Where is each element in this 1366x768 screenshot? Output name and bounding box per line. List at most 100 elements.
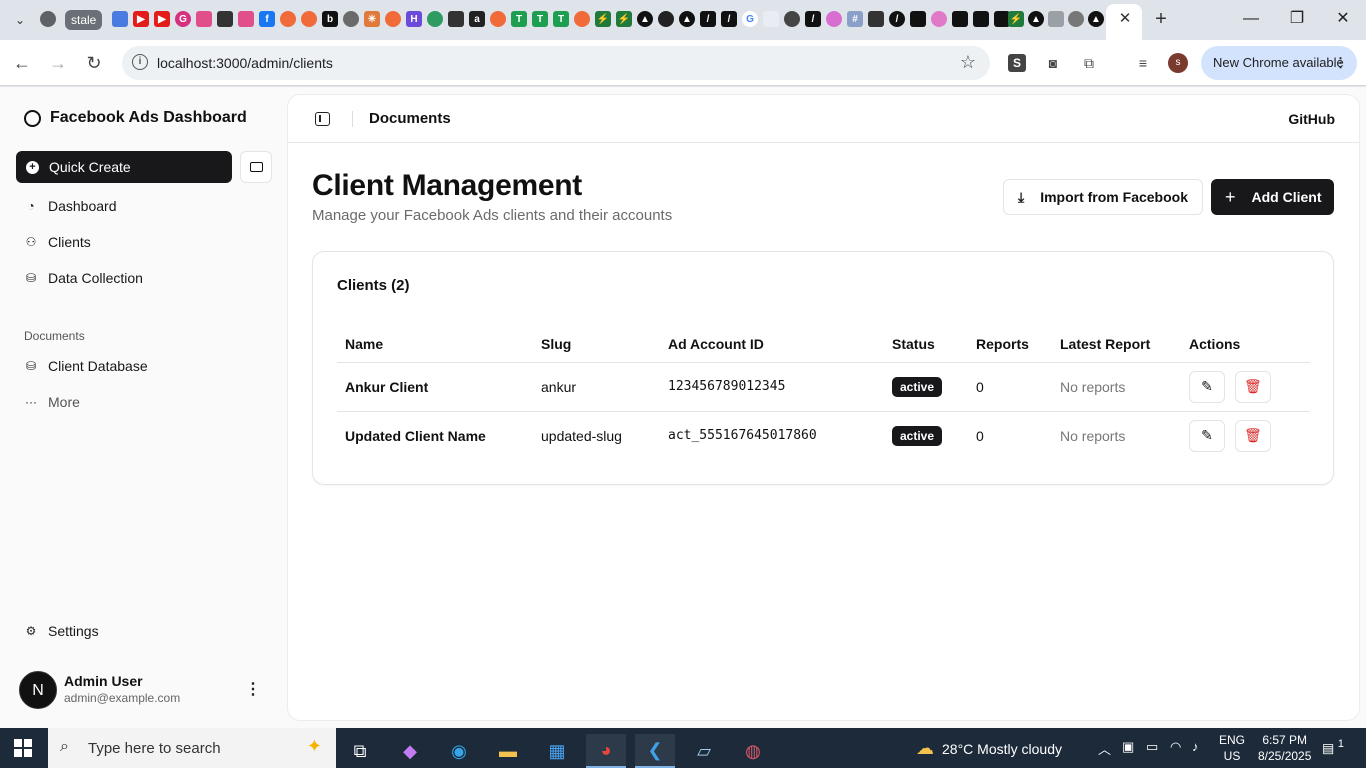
tab-favicon-icon[interactable] xyxy=(952,11,968,27)
battery-icon[interactable]: ▭ xyxy=(1146,739,1158,755)
column-header-latest-report[interactable]: Latest Report xyxy=(1052,327,1181,363)
more-vertical-icon[interactable]: ⋮ xyxy=(245,679,261,699)
facebook-favicon-icon[interactable]: f xyxy=(259,11,275,27)
new-tab-plus-icon[interactable]: + xyxy=(1150,8,1172,30)
tab-favicon-icon[interactable] xyxy=(574,11,590,27)
tab-favicon-icon[interactable]: ⚡ xyxy=(616,11,632,27)
tab-favicon-icon[interactable] xyxy=(196,11,212,27)
sidebar-item-more[interactable]: ··· More xyxy=(24,394,80,410)
add-client-button[interactable]: + Add Client xyxy=(1211,179,1334,215)
microsoft-store-icon[interactable]: ▦ xyxy=(537,734,577,768)
chrome-menu-icon[interactable]: ⋮ xyxy=(1334,46,1347,80)
tab-favicon-icon[interactable] xyxy=(490,11,506,27)
tab-favicon-icon[interactable]: / xyxy=(889,11,905,27)
task-view-icon[interactable]: ⧉ xyxy=(340,734,380,768)
volume-icon[interactable]: ♪ xyxy=(1192,739,1199,754)
edit-client-button[interactable]: ✎ xyxy=(1189,370,1225,403)
new-chrome-available-button[interactable]: New Chrome available ⋮ xyxy=(1201,46,1357,80)
inbox-button[interactable] xyxy=(240,151,272,183)
profile-avatar[interactable]: s xyxy=(1168,53,1188,73)
tab-favicon-icon[interactable]: ▲ xyxy=(637,11,653,27)
brand[interactable]: Facebook Ads Dashboard xyxy=(24,109,247,127)
language-indicator[interactable]: ENG US xyxy=(1219,732,1245,764)
tab-favicon-icon[interactable]: ▲ xyxy=(679,11,695,27)
tab-favicon-icon[interactable]: / xyxy=(805,11,821,27)
window-close-icon[interactable]: ✕ xyxy=(1328,6,1358,32)
youtube-favicon-icon[interactable]: ▶ xyxy=(154,11,170,27)
tab-favicon-icon[interactable]: # xyxy=(847,11,863,27)
file-explorer-icon[interactable]: ▬ xyxy=(488,734,528,768)
minimize-icon[interactable]: — xyxy=(1236,6,1266,32)
wifi-icon[interactable]: ◠ xyxy=(1170,739,1181,755)
tab-favicon-icon[interactable] xyxy=(1048,11,1064,27)
youtube-favicon-icon[interactable]: ▶ xyxy=(133,11,149,27)
tab-favicon-icon[interactable]: ▲ xyxy=(1088,11,1104,27)
tab-favicon-icon[interactable] xyxy=(931,11,947,27)
sidebar-item-dashboard[interactable]: ◔ Dashboard xyxy=(24,198,116,214)
github-link[interactable]: GitHub xyxy=(1288,111,1335,127)
tab-favicon-icon[interactable]: / xyxy=(721,11,737,27)
edge-icon[interactable]: ◉ xyxy=(439,734,479,768)
tab-favicon-icon[interactable]: G xyxy=(175,11,191,27)
tab-favicon-icon[interactable] xyxy=(385,11,401,27)
tab-favicon-icon[interactable] xyxy=(301,11,317,27)
openai-favicon-icon[interactable] xyxy=(784,11,800,27)
tab-favicon-icon[interactable]: T xyxy=(511,11,527,27)
column-header-status[interactable]: Status xyxy=(884,327,968,363)
close-tab-icon[interactable]: ✕ xyxy=(1116,10,1134,28)
column-header-reports[interactable]: Reports xyxy=(968,327,1052,363)
sidebar-item-clients[interactable]: ⚇ Clients xyxy=(24,234,91,250)
sidebar-toggle-icon[interactable] xyxy=(315,112,330,126)
tab-favicon-icon[interactable]: ⚡ xyxy=(595,11,611,27)
bookmark-star-icon[interactable]: ☆ xyxy=(960,52,976,73)
back-arrow-icon[interactable]: ← xyxy=(10,51,34,75)
tab-favicon-icon[interactable] xyxy=(343,11,359,27)
tab-favicon-icon[interactable]: b xyxy=(322,11,338,27)
tab-favicon-icon[interactable] xyxy=(112,11,128,27)
sidebar-item-settings[interactable]: ⚙ Settings xyxy=(24,623,99,639)
chrome-favicon-icon[interactable] xyxy=(40,11,56,27)
tab-favicon-icon[interactable]: T xyxy=(553,11,569,27)
quick-create-button[interactable]: + Quick Create xyxy=(16,151,232,183)
tab-favicon-icon[interactable] xyxy=(217,11,233,27)
github-favicon-icon[interactable] xyxy=(658,11,674,27)
windows-start-icon[interactable] xyxy=(14,739,32,757)
tab-favicon-icon[interactable]: T xyxy=(532,11,548,27)
tab-favicon-icon[interactable]: ▲ xyxy=(1028,11,1044,27)
tab-favicon-icon[interactable] xyxy=(448,11,464,27)
camera-icon[interactable]: ◙ xyxy=(1042,52,1064,74)
google-favicon-icon[interactable]: G xyxy=(742,11,758,27)
stale-tab-group-label[interactable]: stale xyxy=(65,10,103,30)
clock[interactable]: 6:57 PM 8/25/2025 xyxy=(1258,732,1311,764)
tab-favicon-icon[interactable] xyxy=(1068,11,1084,27)
extensions-puzzle-icon[interactable]: ⧉ xyxy=(1078,52,1100,74)
copilot-icon[interactable]: ◆ xyxy=(390,734,430,768)
column-header-ad-account-id[interactable]: Ad Account ID xyxy=(660,327,884,363)
delete-client-button[interactable]: 🗑 xyxy=(1234,419,1271,452)
column-header-name[interactable]: Name xyxy=(337,327,533,363)
taskbar-search-box[interactable]: ⌕ Type here to search ✦ xyxy=(48,728,336,768)
sidebar-item-client-database[interactable]: ⛁ Client Database xyxy=(24,358,148,374)
import-from-facebook-button[interactable]: ⤓ Import from Facebook xyxy=(1003,179,1203,215)
address-bar[interactable]: i localhost:3000/admin/clients ☆ xyxy=(122,46,990,80)
tab-favicon-icon[interactable] xyxy=(826,11,842,27)
column-header-slug[interactable]: Slug xyxy=(533,327,660,363)
chevron-up-icon[interactable]: ︿ xyxy=(1098,739,1111,758)
vscode-icon[interactable]: ❮ xyxy=(635,734,675,768)
user-menu[interactable]: N Admin User admin@example.com ⋮ xyxy=(19,671,271,709)
notes-app-icon[interactable]: ▱ xyxy=(684,734,724,768)
weather-widget[interactable]: ☁ 28°C Mostly cloudy xyxy=(916,738,1062,759)
delete-client-button[interactable]: 🗑 xyxy=(1234,370,1271,403)
tab-favicon-icon[interactable]: / xyxy=(700,11,716,27)
table-row[interactable]: Ankur Client ankur 123456789012345 activ… xyxy=(337,362,1310,412)
tab-search-chevron-icon[interactable]: ⌄ xyxy=(8,8,32,32)
url-text[interactable]: localhost:3000/admin/clients xyxy=(157,55,333,71)
tab-favicon-icon[interactable] xyxy=(973,11,989,27)
edit-client-button[interactable]: ✎ xyxy=(1189,419,1225,452)
tab-favicon-icon[interactable] xyxy=(238,11,254,27)
meet-now-icon[interactable]: ▣ xyxy=(1122,739,1134,755)
app-icon[interactable]: ◍ xyxy=(733,734,773,768)
reload-icon[interactable]: ↻ xyxy=(82,51,106,75)
site-info-icon[interactable]: i xyxy=(132,54,148,70)
tab-favicon-icon[interactable] xyxy=(763,11,779,27)
